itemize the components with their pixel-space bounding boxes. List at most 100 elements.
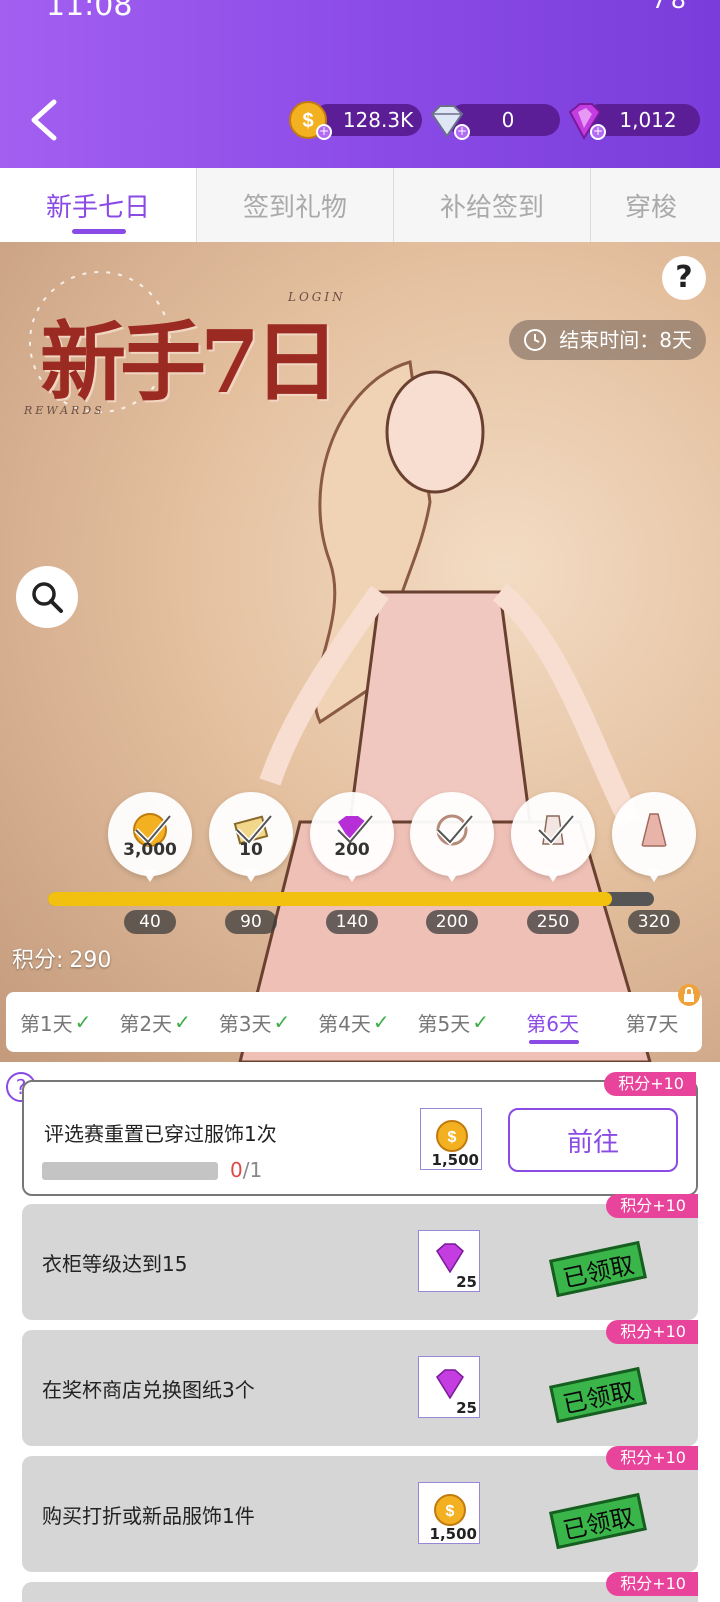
battery-level: 78 (651, 0, 690, 14)
points-badge: 积分+10 (606, 1320, 698, 1344)
day-tab-4[interactable]: 第4天 ✓ (304, 992, 403, 1052)
add-gem-button[interactable]: + (590, 124, 606, 140)
task-item: 积分+10 购买打折或新品服饰1件 $ 1,500 已领取 (22, 1446, 698, 1572)
score-value: 290 (69, 948, 112, 973)
milestone-reward-amount: 3,000 (123, 840, 177, 860)
task-item: 积分+10 在奖杯商店兑换图纸3个 25 已领取 (22, 1320, 698, 1446)
svg-text:$: $ (446, 1503, 455, 1520)
top-tabs: 新手七日 签到礼物 补给签到 穿梭 (0, 168, 720, 242)
milestone-points: 40 (124, 910, 176, 934)
end-time-label: 结束时间： (559, 328, 660, 352)
reward-amount: 1,500 (431, 1151, 479, 1169)
reward-amount: 1,500 (429, 1525, 477, 1543)
day-tab-3[interactable]: 第3天 ✓ (205, 992, 304, 1052)
milestone-points: 140 (326, 910, 378, 934)
task-title: 评选赛重置已穿过服饰1次 (44, 1122, 277, 1146)
clock-icon (524, 329, 547, 351)
milestone-points: 200 (426, 910, 478, 934)
task-reward[interactable]: 25 (418, 1356, 480, 1418)
tab-newbie-seven-days[interactable]: 新手七日 (0, 168, 197, 242)
milestone-200[interactable] (410, 792, 494, 890)
tab-supply-checkin[interactable]: 补给签到 (393, 168, 591, 242)
day-tab-5[interactable]: 第5天 ✓ (404, 992, 503, 1052)
points-progress-fill (48, 892, 612, 906)
gem-value: 1,012 (619, 108, 677, 132)
dress-icon (641, 813, 667, 847)
reward-amount: 25 (456, 1399, 477, 1417)
task-title: 购买打折或新品服饰1件 (42, 1504, 255, 1528)
task-item: 积分+10 (22, 1572, 698, 1602)
task-progress-bar (42, 1162, 218, 1180)
day-tab-6[interactable]: 第6天 (503, 992, 602, 1052)
event-logo-rewards: REWARDS (24, 404, 105, 417)
milestone-320[interactable] (612, 792, 696, 890)
milestone-140[interactable]: 200 (310, 792, 394, 890)
reward-amount: 25 (456, 1273, 477, 1291)
event-help-button[interactable]: ? (662, 256, 706, 300)
back-button[interactable] (26, 98, 62, 142)
gem-icon (436, 1243, 464, 1274)
score-label: 积分: (12, 948, 64, 973)
milestone-40[interactable]: 3,000 (108, 792, 192, 890)
tab-shuttle[interactable]: 穿梭 (590, 168, 720, 242)
check-icon: ✓ (74, 1010, 92, 1034)
zoom-button[interactable] (16, 566, 78, 628)
diamond-value: 0 (501, 108, 515, 132)
milestone-250[interactable] (511, 792, 595, 890)
task-reward[interactable]: $ 1,500 (418, 1482, 480, 1544)
gem-icon (436, 1369, 464, 1400)
coin-value: 128.3K (342, 108, 414, 132)
end-time-value: 8天 (659, 328, 692, 352)
task-reward[interactable]: $ 1,500 (420, 1108, 482, 1170)
score-display: 积分: 290 (12, 942, 111, 974)
points-badge: 积分+10 (604, 1072, 696, 1096)
milestone-90[interactable]: 10 (209, 792, 293, 890)
status-icons: 78 (651, 0, 690, 14)
claimed-stamp: 已领取 (549, 1240, 647, 1298)
day-tab-2[interactable]: 第2天 ✓ (105, 992, 204, 1052)
milestone-reward-amount: 200 (334, 840, 370, 860)
task-item: 积分+10 评选赛重置已穿过服饰1次 0/1 $ 1,500 前往 (22, 1072, 698, 1196)
check-icon (537, 814, 575, 846)
add-coin-button[interactable]: + (316, 124, 332, 140)
check-icon: ✓ (273, 1010, 291, 1034)
day-tab-1[interactable]: 第1天 ✓ (6, 992, 105, 1052)
event-logo-title: 新手7日 (40, 312, 340, 413)
check-icon (436, 814, 474, 846)
lock-icon (677, 984, 700, 1006)
chevron-left-icon (31, 99, 57, 141)
points-badge: 积分+10 (606, 1194, 698, 1218)
event-logo-login: LOGIN (288, 290, 346, 304)
claimed-stamp: 已领取 (549, 1492, 647, 1550)
milestone-points: 90 (225, 910, 277, 934)
day-tab-7[interactable]: 第7天 (602, 984, 701, 1052)
task-title: 在奖杯商店兑换图纸3个 (42, 1378, 255, 1402)
task-title: 衣柜等级达到15 (42, 1252, 188, 1276)
svg-text:$: $ (302, 110, 313, 132)
status-time: 11:08 (46, 0, 133, 23)
milestone-points: 320 (628, 910, 680, 934)
add-diamond-button[interactable]: + (454, 124, 470, 140)
coin-icon: $ (436, 1120, 468, 1152)
top-header: 11:08 78 128.3K $ + 0 + 1,012 + (0, 0, 720, 168)
check-icon: ✓ (174, 1010, 191, 1034)
svg-text:$: $ (448, 1129, 457, 1146)
check-icon: ✓ (372, 1010, 390, 1034)
claimed-stamp: 已领取 (549, 1366, 647, 1424)
day-tabs: 第1天 ✓ 第2天 ✓ 第3天 ✓ 第4天 ✓ 第5天 ✓ 第6天 第7天 (6, 984, 702, 1052)
coin-icon: $ (434, 1494, 466, 1526)
milestone-points: 250 (527, 910, 579, 934)
end-time-pill: 结束时间：8天 (509, 320, 706, 360)
task-progress-text: 0/1 (230, 1158, 263, 1182)
tab-checkin-gift[interactable]: 签到礼物 (196, 168, 394, 242)
task-reward[interactable]: 25 (418, 1230, 480, 1292)
task-item: 积分+10 衣柜等级达到15 25 已领取 (22, 1194, 698, 1320)
magnifier-icon (32, 582, 63, 613)
event-logo: 新手7日 LOGIN REWARDS (20, 262, 343, 446)
points-badge: 积分+10 (606, 1446, 698, 1470)
event-banner: 新手7日 LOGIN REWARDS ? 结束时间：8天 3,000 10 20… (0, 242, 720, 1062)
points-badge: 积分+10 (606, 1572, 698, 1596)
go-button[interactable]: 前往 (508, 1108, 678, 1172)
check-icon: ✓ (472, 1010, 489, 1034)
milestone-reward-amount: 10 (239, 840, 263, 860)
